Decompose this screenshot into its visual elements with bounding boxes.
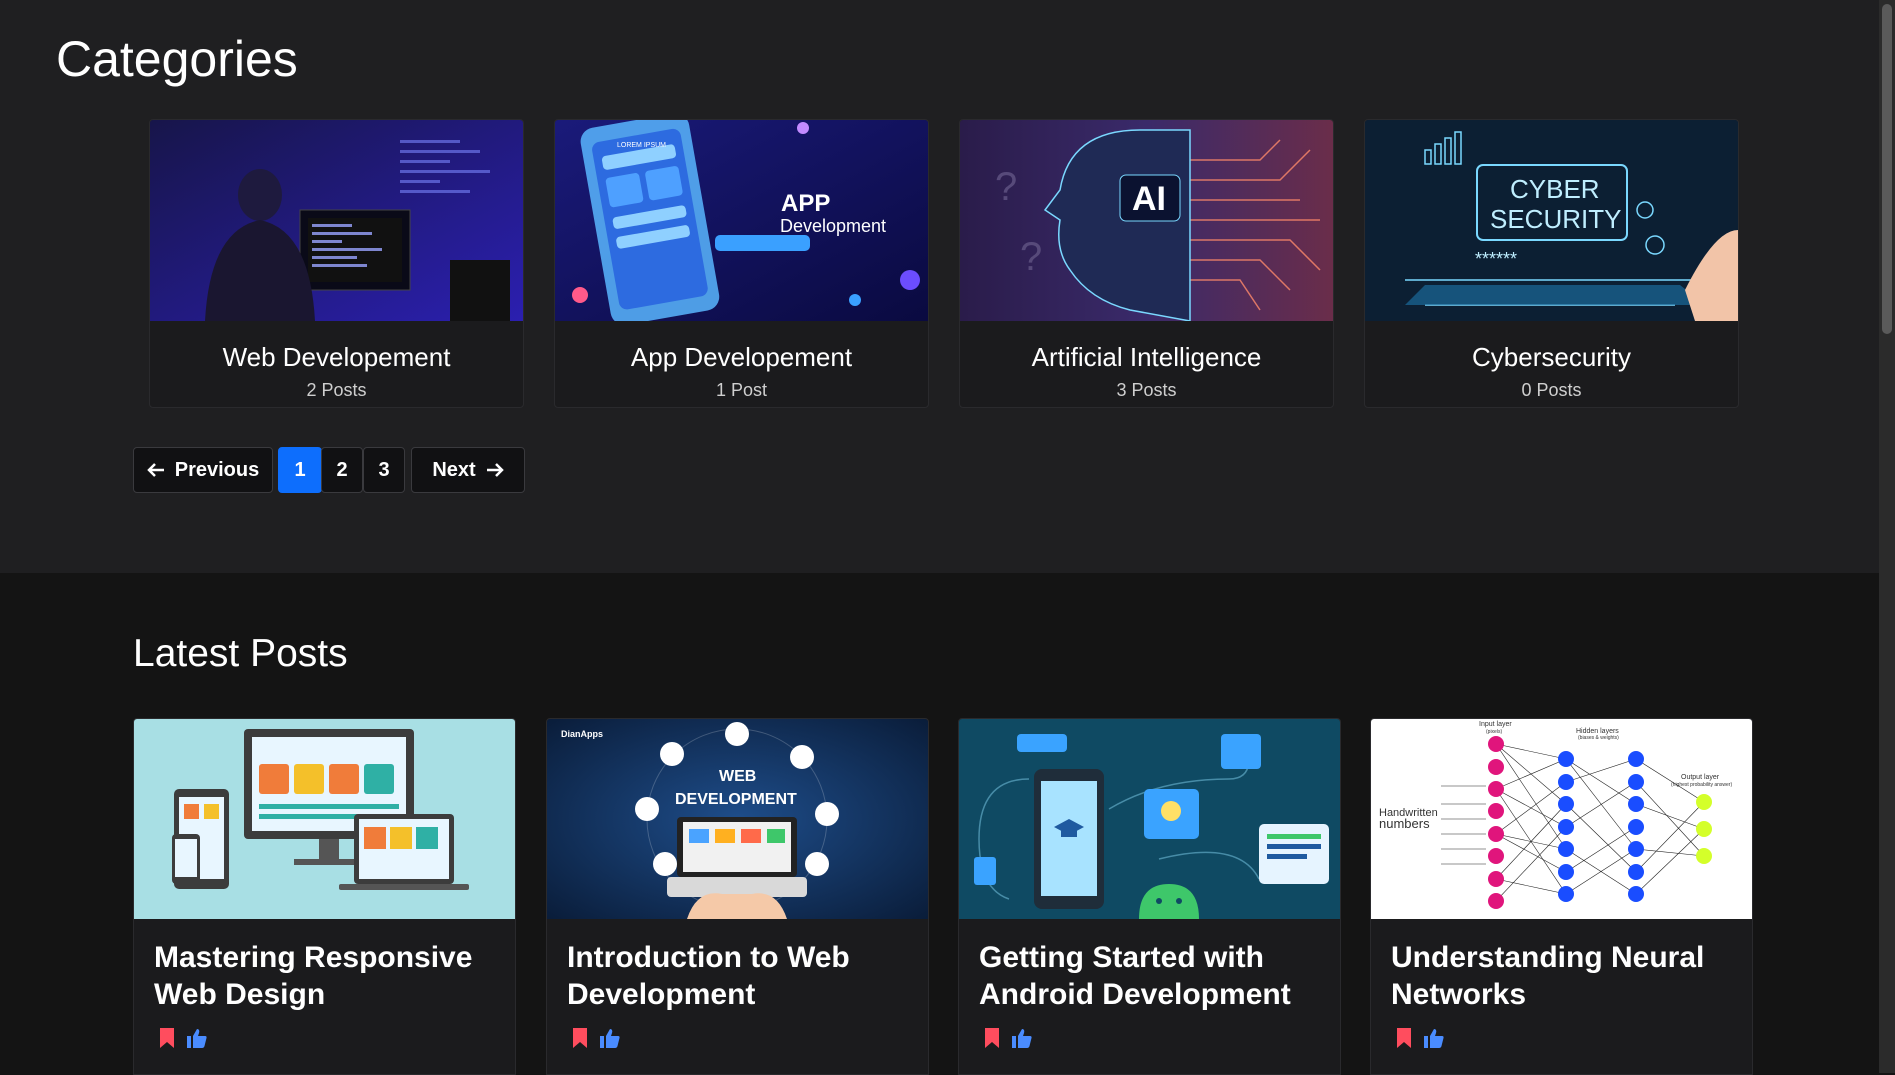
category-card-artificial-intelligence[interactable]: AI ? ? Artificial Intelligence 3 Posts <box>959 119 1334 408</box>
app-image-subtitle: Development <box>780 216 886 236</box>
post-title[interactable]: Understanding Neural Networks <box>1391 939 1736 1013</box>
post-image-neural-networks: Input layer (pixels) Hidden layers (bias… <box>1371 719 1752 919</box>
arrow-right-icon <box>486 463 504 477</box>
ai-image-label: AI <box>1132 180 1166 218</box>
post-title[interactable]: Getting Started with Android Development <box>979 939 1324 1013</box>
cyber-image-line2: SECURITY <box>1490 204 1621 234</box>
categories-title: Categories <box>56 31 298 87</box>
app-image-title: APP <box>781 190 830 217</box>
post-title[interactable]: Introduction to Web Development <box>567 939 912 1013</box>
post-title[interactable]: Mastering Responsive Web Design <box>154 939 499 1013</box>
arrow-left-icon <box>146 463 164 477</box>
previous-page-button[interactable]: Previous <box>133 447 273 493</box>
thumbs-up-icon[interactable] <box>599 1027 621 1049</box>
previous-label: Previous <box>174 458 260 481</box>
page-2-button[interactable]: 2 <box>321 447 363 493</box>
post-image-web-development: DianApps WEB DEVELOPMENT <box>547 719 928 919</box>
category-name[interactable]: Cybersecurity <box>1365 342 1738 373</box>
page-1-button[interactable]: 1 <box>278 447 322 493</box>
bookmark-icon[interactable] <box>983 1027 1001 1049</box>
bookmark-icon[interactable] <box>158 1027 176 1049</box>
category-post-count: 2 Posts <box>306 380 367 400</box>
category-image-web-development <box>150 120 523 321</box>
bookmark-icon[interactable] <box>1395 1027 1413 1049</box>
category-card-web-development[interactable]: Web Developement 2 Posts <box>149 119 524 408</box>
scrollbar-thumb[interactable] <box>1882 4 1892 334</box>
post-actions <box>158 1027 208 1049</box>
post-image-android <box>959 719 1340 919</box>
vertical-scrollbar[interactable] <box>1879 0 1895 1073</box>
cyber-image-password: ****** <box>1475 249 1517 269</box>
nn-hidden-label: Hidden layers <box>1576 728 1619 735</box>
thumbs-up-icon[interactable] <box>1011 1027 1033 1049</box>
webdev-image-line1: WEB <box>719 768 756 785</box>
cyber-image-line1: CYBER <box>1510 174 1600 204</box>
svg-text:?: ? <box>1020 235 1042 279</box>
app-lorem-text: LOREM IPSUM <box>617 142 666 149</box>
thumbs-up-icon[interactable] <box>186 1027 208 1049</box>
post-actions <box>983 1027 1033 1049</box>
category-image-artificial-intelligence: AI ? ? <box>960 120 1333 321</box>
svg-text:?: ? <box>995 165 1017 209</box>
nn-hidden-sub: (biases & weights) <box>1578 735 1619 741</box>
category-name[interactable]: Web Developement <box>150 342 523 373</box>
nn-input-label: Input layer <box>1479 721 1512 728</box>
webdev-image-line2: DEVELOPMENT <box>675 791 797 808</box>
category-name[interactable]: App Developement <box>555 342 928 373</box>
next-page-button[interactable]: Next <box>411 447 525 493</box>
categories-section: Categories Web Developement 2 Posts LORE… <box>0 0 1895 573</box>
thumbs-up-icon[interactable] <box>1423 1027 1445 1049</box>
post-card[interactable]: Getting Started with Android Development <box>958 718 1341 1075</box>
post-card[interactable]: Input layer (pixels) Hidden layers (bias… <box>1370 718 1753 1075</box>
nn-input-sub: (pixels) <box>1486 729 1502 735</box>
next-label: Next <box>432 458 476 481</box>
category-post-count: 1 Post <box>715 380 768 400</box>
post-card[interactable]: Mastering Responsive Web Design <box>133 718 516 1075</box>
nn-output-label: Output layer <box>1681 774 1720 781</box>
post-actions <box>571 1027 621 1049</box>
category-card-app-development[interactable]: LOREM IPSUM APP Development App Develope… <box>554 119 929 408</box>
category-post-count: 3 Posts <box>1116 380 1177 400</box>
category-post-count: 0 Posts <box>1521 380 1582 400</box>
post-card[interactable]: DianApps WEB DEVELOPMENT Introduction to… <box>546 718 929 1075</box>
nn-handwritten-line2: numbers <box>1379 816 1430 831</box>
dianapps-brand: DianApps <box>561 729 603 739</box>
post-image-responsive-design <box>134 719 515 919</box>
category-card-cybersecurity[interactable]: CYBER SECURITY ****** Cybersecurity 0 Po… <box>1364 119 1739 408</box>
category-image-cybersecurity: CYBER SECURITY ****** <box>1365 120 1738 321</box>
post-actions <box>1395 1027 1445 1049</box>
latest-posts-title: Latest Posts <box>133 632 348 675</box>
category-image-app-development: LOREM IPSUM APP Development <box>555 120 928 321</box>
bookmark-icon[interactable] <box>571 1027 589 1049</box>
category-name[interactable]: Artificial Intelligence <box>960 342 1333 373</box>
page-3-button[interactable]: 3 <box>363 447 405 493</box>
